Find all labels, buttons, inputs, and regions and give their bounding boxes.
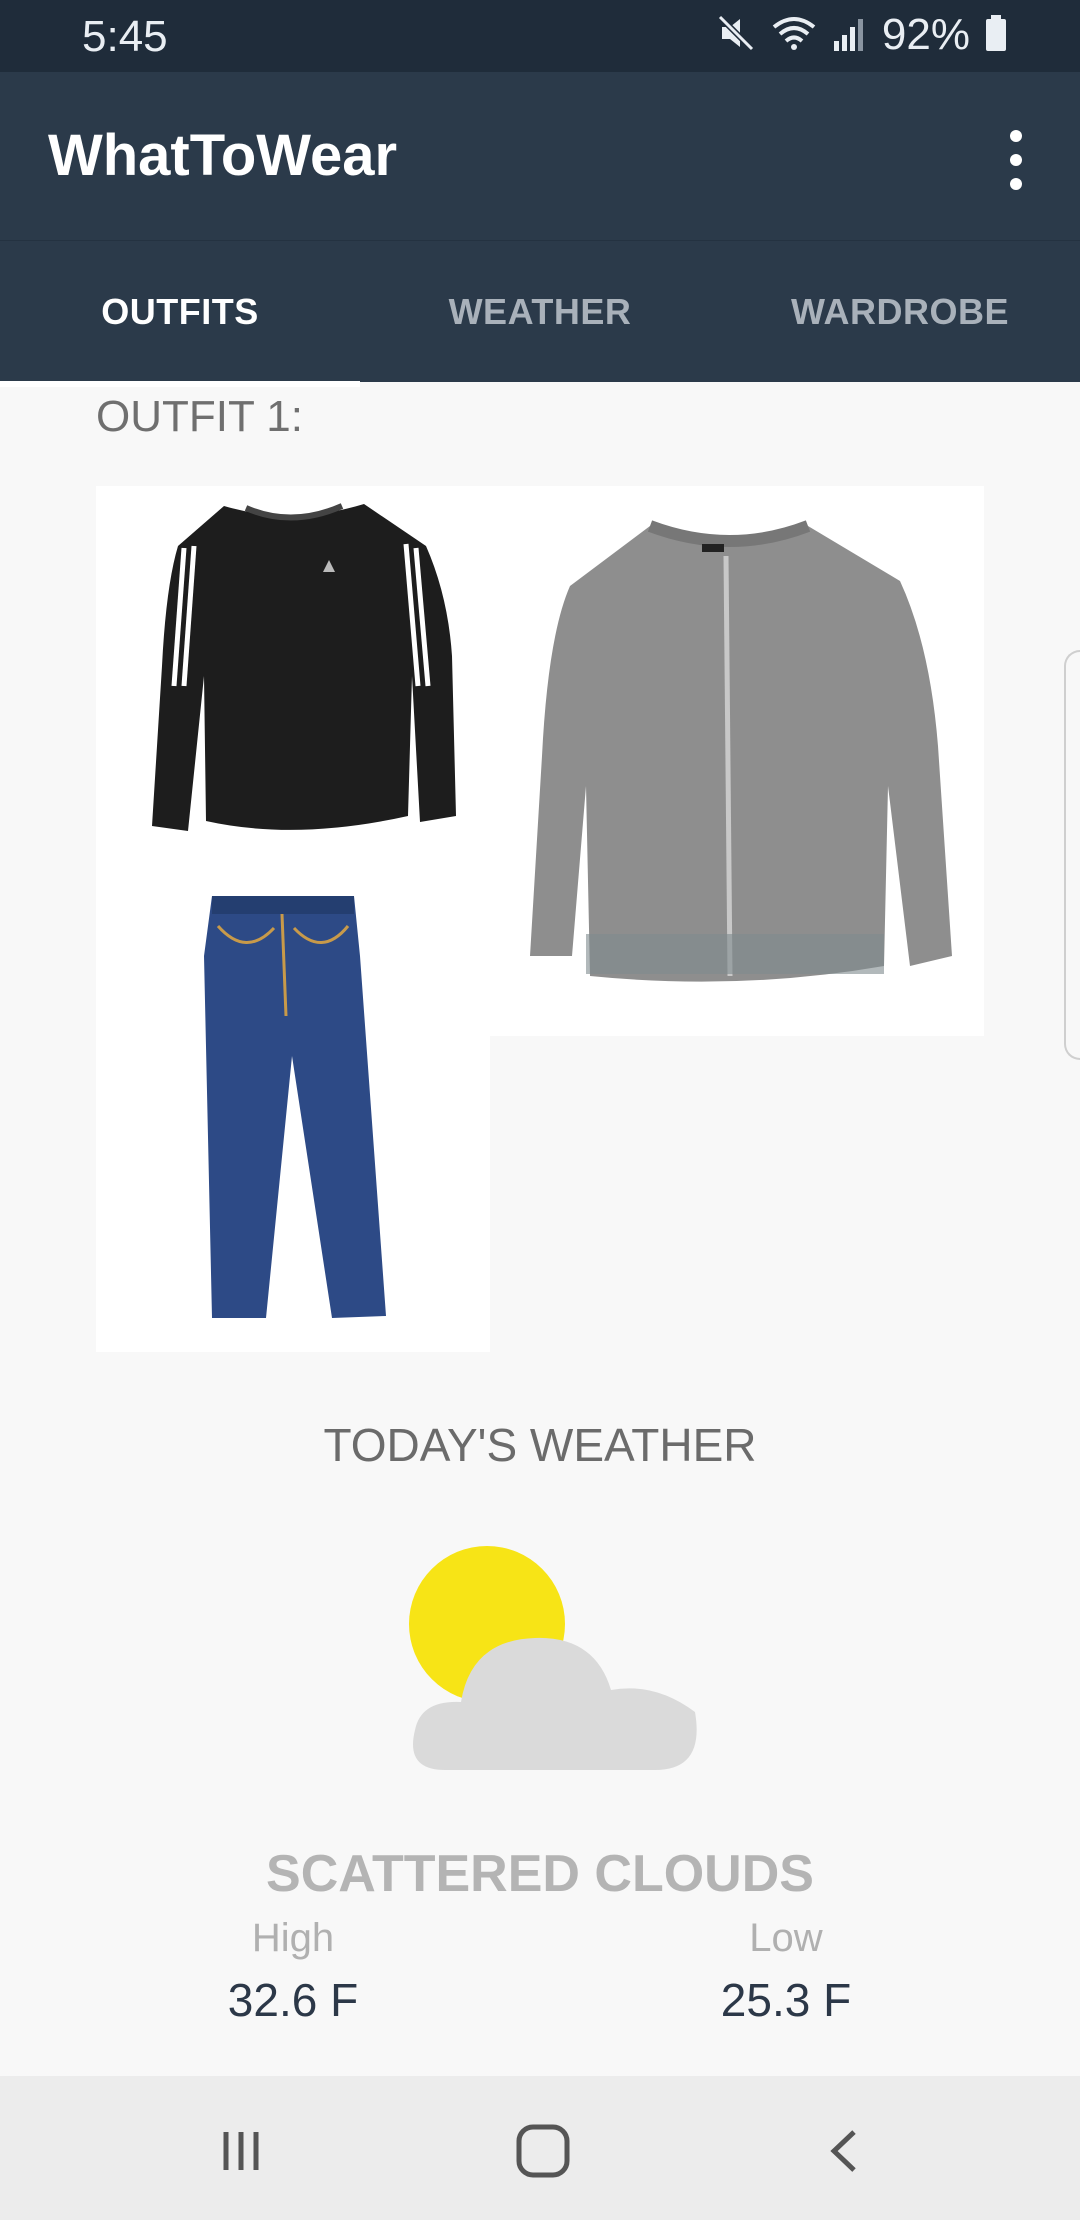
edge-panel-handle[interactable] xyxy=(1064,650,1080,1060)
mute-icon xyxy=(716,13,756,58)
high-label: High xyxy=(251,1916,335,1960)
weather-title: TODAY'S WEATHER xyxy=(323,1419,757,1471)
recent-apps-icon[interactable] xyxy=(196,2106,286,2196)
battery-percent: 92% xyxy=(881,10,970,59)
low-value: 25.3 F xyxy=(720,1974,852,2026)
app-screen: 5:45 92% WhatToWear OUTFITS WEATHER WARD… xyxy=(0,0,1080,2220)
tab-weather[interactable]: WEATHER xyxy=(360,241,720,383)
status-bar: 5:45 92% xyxy=(0,0,1080,72)
battery-icon xyxy=(984,13,1008,58)
high-temp: High 32.6 F xyxy=(143,1916,443,2027)
tab-weather-label: WEATHER xyxy=(448,291,632,332)
low-temp: Low 25.3 F xyxy=(636,1916,936,2027)
wifi-icon xyxy=(770,13,818,58)
weather-description: SCATTERED CLOUDS xyxy=(266,1845,814,1903)
signal-icon xyxy=(832,13,868,58)
high-value: 32.6 F xyxy=(227,1974,359,2026)
tab-outfits[interactable]: OUTFITS xyxy=(0,241,360,387)
app-bar: WhatToWear xyxy=(0,72,1080,240)
tab-outfits-label: OUTFITS xyxy=(101,291,259,332)
tab-bar: OUTFITS WEATHER WARDROBE xyxy=(0,240,1080,387)
tab-wardrobe[interactable]: WARDROBE xyxy=(720,241,1080,383)
outfit-label: OUTFIT 1: xyxy=(96,392,303,441)
status-time: 5:45 xyxy=(82,12,168,61)
status-icons: 92% xyxy=(716,10,1008,60)
tab-wardrobe-label: WARDROBE xyxy=(791,291,1009,332)
jeans-image[interactable] xyxy=(96,866,490,1352)
partly-cloudy-icon xyxy=(405,1540,705,1780)
tab-indicator xyxy=(0,381,360,387)
more-vert-icon[interactable] xyxy=(992,122,1040,198)
low-label: Low xyxy=(749,1916,823,1960)
home-icon[interactable] xyxy=(498,2106,588,2196)
system-nav-bar xyxy=(0,2076,1080,2220)
shirt-image[interactable] xyxy=(96,486,490,866)
back-icon[interactable] xyxy=(800,2106,890,2196)
jacket-image[interactable] xyxy=(490,486,984,1036)
app-title: WhatToWear xyxy=(48,123,398,188)
